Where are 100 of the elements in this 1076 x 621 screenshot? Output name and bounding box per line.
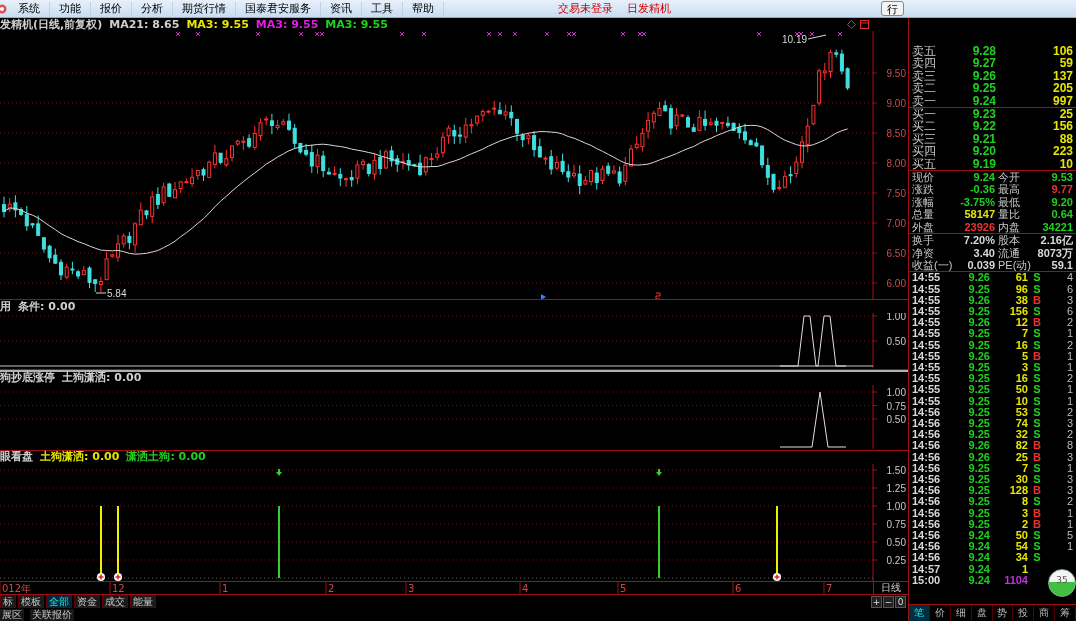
trade-volume: 16 xyxy=(1014,339,1028,351)
zoom-button[interactable]: + xyxy=(871,595,882,608)
marker-icon xyxy=(541,294,546,299)
order-price: 9.20 xyxy=(971,145,996,158)
menu-item[interactable]: 报价 xyxy=(91,1,132,16)
date-label: 12 xyxy=(112,583,125,594)
trade-time: 14:56 xyxy=(912,496,942,508)
trade-volume: 82 xyxy=(1014,440,1028,452)
indicator-tab[interactable]: 全部 xyxy=(46,595,72,608)
trade-price: 9.25 xyxy=(967,518,990,530)
axis-label: 1.50 xyxy=(886,464,906,476)
trade-price: 9.25 xyxy=(967,339,990,351)
menu-item[interactable]: 期货行情 xyxy=(173,1,236,16)
trade-volume: 1104 xyxy=(1003,574,1028,586)
trade-price: 9.25 xyxy=(967,361,990,374)
trade-count: 2 xyxy=(1065,339,1073,351)
indicator-tab[interactable]: 成交 xyxy=(102,595,128,608)
menu-item[interactable]: 系统 xyxy=(9,1,50,16)
order-volume: 59 xyxy=(1058,57,1073,70)
trade-volume: 34 xyxy=(1014,552,1028,564)
signal-line xyxy=(779,391,847,447)
axis-label: 9.00 xyxy=(886,98,906,109)
trade-time: 14:55 xyxy=(912,350,942,362)
quote-value: 9.24 xyxy=(972,171,995,184)
trade-count: 1 xyxy=(1065,328,1073,340)
order-price: 9.22 xyxy=(971,120,996,133)
trade-count: 6 xyxy=(1065,283,1073,295)
trade-count: 8 xyxy=(1065,440,1073,452)
trade-count: 3 xyxy=(1065,473,1073,486)
axis-label: 0.50 xyxy=(886,413,906,425)
date-label: 012年 xyxy=(2,583,32,594)
trade-time: 14:56 xyxy=(912,462,942,474)
indicator-tab[interactable]: 资金 xyxy=(74,595,100,608)
menu-item[interactable]: 分析 xyxy=(132,1,173,16)
trade-side: S xyxy=(1032,339,1042,351)
indicator-tab[interactable]: 标 xyxy=(0,595,16,608)
legend-text: 潇洒土狗: 0.00 xyxy=(126,451,206,464)
trade-volume: 2 xyxy=(1020,518,1028,530)
high-price-label: 10.19 xyxy=(782,34,808,45)
menu-item[interactable]: 帮助 xyxy=(403,1,444,16)
legend-text: 狗抄底涨停 xyxy=(0,372,55,384)
axis-label: 1.00 xyxy=(886,313,906,322)
trade-time: 14:56 xyxy=(912,530,942,542)
trade-count: 5 xyxy=(1065,530,1073,542)
legend-text: 发精机(日线,前复权) xyxy=(0,18,103,31)
order-price: 9.21 xyxy=(971,132,996,146)
trade-time: 14:55 xyxy=(912,384,942,396)
date-label: 7 xyxy=(826,583,833,594)
trade-button[interactable]: 行 xyxy=(881,1,904,16)
order-label: 买一 xyxy=(912,108,937,121)
quote-value: 0.039 xyxy=(966,258,995,272)
quote-label: PE(动) xyxy=(997,258,1032,272)
trade-volume: 50 xyxy=(1014,384,1028,396)
trade-side: S xyxy=(1032,406,1042,418)
trade-count: 1 xyxy=(1065,361,1073,374)
axis-label: 8.50 xyxy=(886,128,906,139)
trade-time: 14:55 xyxy=(912,395,942,407)
leader-line xyxy=(807,34,827,40)
menu-item[interactable]: 功能 xyxy=(50,1,91,16)
indicator-tab[interactable]: 模板 xyxy=(18,595,44,608)
trade-time: 14:55 xyxy=(912,339,942,351)
axis-label: 6.00 xyxy=(886,278,906,289)
trade-side: S xyxy=(1032,328,1042,340)
order-price: 9.23 xyxy=(971,108,996,121)
trade-price: 9.26 xyxy=(967,440,990,452)
order-label: 卖二 xyxy=(912,82,937,95)
menu-item[interactable]: 国泰君安服务 xyxy=(236,1,321,16)
order-volume: 10 xyxy=(1058,157,1073,171)
trade-side: B xyxy=(1032,451,1042,463)
trade-side: B xyxy=(1032,518,1042,530)
trade-count: 2 xyxy=(1065,373,1073,385)
trade-count: 1 xyxy=(1065,350,1073,362)
trade-time: 14:55 xyxy=(912,305,942,318)
indicator-tab[interactable]: 能量 xyxy=(130,595,156,608)
tab-link[interactable]: 展区 xyxy=(0,608,24,621)
zoom-button[interactable]: − xyxy=(883,595,894,608)
trade-side: B xyxy=(1032,507,1042,519)
signal-line xyxy=(779,315,847,367)
quote-label: 外盘 xyxy=(912,220,935,234)
legend-text: MA3: 9.55 xyxy=(255,18,319,31)
buy-marker-icon xyxy=(97,572,105,581)
status-text: 日发精机 xyxy=(627,1,671,16)
menu-item[interactable]: 工具 xyxy=(362,1,403,16)
trade-side: S xyxy=(1032,283,1042,295)
trade-time: 14:56 xyxy=(912,552,942,564)
trade-time: 14:56 xyxy=(912,541,942,553)
legend-text: MA21: 8.65 xyxy=(109,18,180,31)
menu-item[interactable]: 资讯 xyxy=(321,1,362,16)
legend-text: 用 xyxy=(0,300,11,313)
logo-icon xyxy=(0,3,7,14)
zoom-button[interactable]: 0 xyxy=(895,595,906,608)
trade-price: 9.25 xyxy=(967,429,990,441)
panel-tab[interactable]: 笔 xyxy=(909,605,930,621)
trade-count: 4 xyxy=(1065,272,1073,284)
tab-link[interactable]: 关联报价 xyxy=(30,608,74,621)
trade-count: 2 xyxy=(1065,429,1073,441)
axis-label: 0.50 xyxy=(886,536,906,548)
trade-time: 14:55 xyxy=(912,317,942,329)
trade-volume: 10 xyxy=(1014,395,1028,407)
quote-label: 换手 xyxy=(912,234,935,247)
